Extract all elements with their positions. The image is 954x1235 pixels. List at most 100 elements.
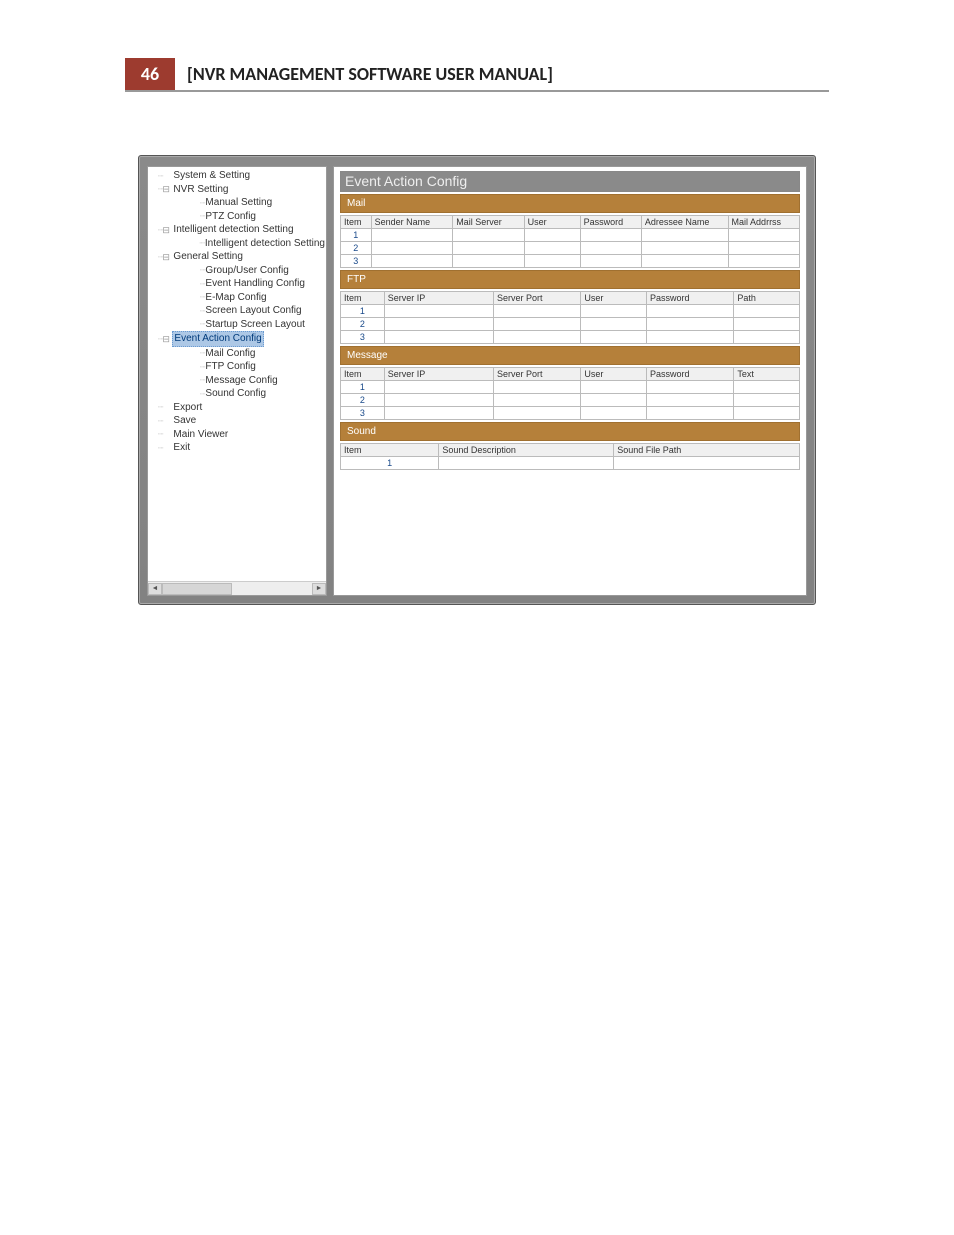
table-cell[interactable] (728, 229, 799, 242)
tree-item[interactable]: ┈⊟Intelligent detection Setting (154, 223, 326, 237)
tree-item[interactable]: ┈⊟NVR Setting (154, 183, 326, 197)
collapse-icon[interactable]: ⊟ (162, 251, 172, 263)
table-cell[interactable] (453, 255, 524, 268)
table-cell[interactable]: 2 (341, 242, 372, 255)
column-header[interactable]: Item (341, 444, 439, 457)
table-cell[interactable] (581, 407, 647, 420)
table-cell[interactable] (646, 318, 733, 331)
table-cell[interactable] (384, 318, 493, 331)
table-cell[interactable] (581, 331, 647, 344)
column-header[interactable]: Server Port (493, 368, 580, 381)
tree-item[interactable]: ┈Export (154, 401, 326, 415)
table-row[interactable]: 3 (341, 331, 800, 344)
table-cell[interactable] (641, 229, 728, 242)
column-header[interactable]: Server IP (384, 292, 493, 305)
tree-item[interactable]: ┈Intelligent detection Setting (154, 237, 326, 251)
table-cell[interactable] (734, 394, 800, 407)
table-cell[interactable] (581, 318, 647, 331)
table-row[interactable]: 2 (341, 394, 800, 407)
tree-item[interactable]: ┈E-Map Config (154, 291, 326, 305)
sound-grid[interactable]: ItemSound DescriptionSound File Path 1 (340, 443, 800, 470)
table-row[interactable]: 1 (341, 305, 800, 318)
tree-item[interactable]: ┈Screen Layout Config (154, 304, 326, 318)
column-header[interactable]: Path (734, 292, 800, 305)
table-cell[interactable] (371, 255, 453, 268)
table-cell[interactable] (439, 457, 614, 470)
tree-item[interactable]: ┈PTZ Config (154, 210, 326, 224)
column-header[interactable]: Server IP (384, 368, 493, 381)
collapse-icon[interactable]: ⊟ (162, 224, 172, 236)
column-header[interactable]: Password (646, 292, 733, 305)
column-header[interactable]: Sound Description (439, 444, 614, 457)
table-cell[interactable] (493, 407, 580, 420)
table-cell[interactable] (371, 229, 453, 242)
table-cell[interactable]: 2 (341, 318, 385, 331)
table-cell[interactable] (580, 229, 641, 242)
table-cell[interactable] (524, 229, 580, 242)
table-cell[interactable] (641, 255, 728, 268)
tree-item[interactable]: ┈Mail Config (154, 347, 326, 361)
table-cell[interactable] (646, 305, 733, 318)
table-cell[interactable] (580, 255, 641, 268)
table-cell[interactable] (493, 394, 580, 407)
tree[interactable]: ┈System & Setting┈⊟NVR Setting┈Manual Se… (148, 167, 326, 581)
tree-item[interactable]: ┈Sound Config (154, 387, 326, 401)
table-cell[interactable] (384, 305, 493, 318)
table-cell[interactable] (493, 331, 580, 344)
scroll-thumb[interactable] (162, 583, 232, 595)
table-cell[interactable] (581, 305, 647, 318)
table-cell[interactable]: 1 (341, 381, 385, 394)
tree-item[interactable]: ┈Manual Setting (154, 196, 326, 210)
column-header[interactable]: Password (580, 216, 641, 229)
table-cell[interactable] (646, 407, 733, 420)
tree-item[interactable]: ┈FTP Config (154, 360, 326, 374)
table-cell[interactable] (384, 381, 493, 394)
column-header[interactable]: Text (734, 368, 800, 381)
table-row[interactable]: 3 (341, 407, 800, 420)
table-cell[interactable]: 1 (341, 305, 385, 318)
table-cell[interactable] (493, 305, 580, 318)
column-header[interactable]: Mail Server (453, 216, 524, 229)
table-row[interactable]: 1 (341, 381, 800, 394)
column-header[interactable]: Adressee Name (641, 216, 728, 229)
table-cell[interactable] (581, 394, 647, 407)
scroll-left-icon[interactable]: ◄ (148, 583, 162, 595)
table-cell[interactable] (641, 242, 728, 255)
table-cell[interactable] (646, 394, 733, 407)
table-cell[interactable] (734, 331, 800, 344)
table-cell[interactable] (453, 229, 524, 242)
column-header[interactable]: User (524, 216, 580, 229)
table-cell[interactable] (614, 457, 800, 470)
table-cell[interactable] (734, 381, 800, 394)
column-header[interactable]: Mail Addrrss (728, 216, 799, 229)
table-cell[interactable]: 2 (341, 394, 385, 407)
table-cell[interactable] (384, 331, 493, 344)
column-header[interactable]: Sound File Path (614, 444, 800, 457)
table-cell[interactable] (646, 381, 733, 394)
collapse-icon[interactable]: ⊟ (162, 333, 172, 345)
column-header[interactable]: Item (341, 216, 372, 229)
table-cell[interactable]: 1 (341, 457, 439, 470)
table-cell[interactable] (734, 318, 800, 331)
table-row[interactable]: 3 (341, 255, 800, 268)
table-cell[interactable] (493, 381, 580, 394)
table-row[interactable]: 1 (341, 457, 800, 470)
table-cell[interactable] (646, 331, 733, 344)
table-cell[interactable] (580, 242, 641, 255)
tree-item[interactable]: ┈Message Config (154, 374, 326, 388)
table-cell[interactable] (371, 242, 453, 255)
table-cell[interactable] (581, 381, 647, 394)
tree-item[interactable]: ┈Save (154, 414, 326, 428)
table-cell[interactable] (524, 255, 580, 268)
column-header[interactable]: Sender Name (371, 216, 453, 229)
tree-item[interactable]: ┈Exit (154, 441, 326, 455)
table-cell[interactable] (384, 407, 493, 420)
table-cell[interactable]: 1 (341, 229, 372, 242)
table-cell[interactable] (524, 242, 580, 255)
table-cell[interactable] (453, 242, 524, 255)
tree-item[interactable]: ┈Main Viewer (154, 428, 326, 442)
column-header[interactable]: Password (646, 368, 733, 381)
table-cell[interactable] (734, 305, 800, 318)
column-header[interactable]: User (581, 368, 647, 381)
table-cell[interactable]: 3 (341, 255, 372, 268)
